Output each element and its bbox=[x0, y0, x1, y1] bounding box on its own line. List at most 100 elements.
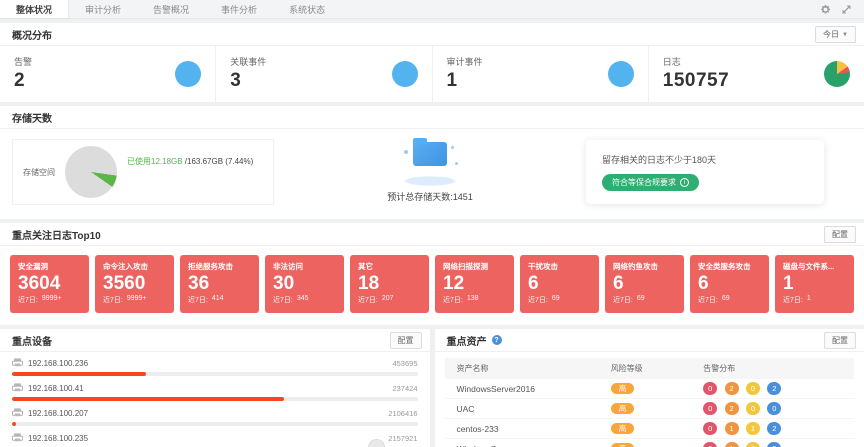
stat-card[interactable]: 审计事件 1 bbox=[432, 46, 648, 102]
help-icon[interactable]: ? bbox=[492, 335, 502, 345]
devices-config-button[interactable]: 配置 bbox=[390, 332, 422, 349]
log-card-value: 3560 bbox=[103, 272, 166, 295]
alert-badge-medium: 0 bbox=[746, 442, 760, 447]
alert-badge-low: 2 bbox=[767, 382, 781, 395]
assets-panel: 重点资产 ? 配置 资产名称 风险等级 告警分布 WindowsServer20… bbox=[435, 329, 864, 447]
log-card[interactable]: 安全类服务攻击 6 近7日: 69 bbox=[690, 255, 769, 313]
compliance-button-label: 符合等保合规要求 bbox=[612, 177, 676, 188]
log-card-value: 18 bbox=[358, 272, 421, 295]
recent7-value: 207 bbox=[382, 295, 394, 305]
log-card-title: 磁盘与文件系... bbox=[783, 261, 846, 272]
device-bar-track bbox=[12, 372, 418, 376]
log-card-title: 非法访问 bbox=[273, 261, 336, 272]
stat-icon bbox=[392, 61, 418, 87]
log-card[interactable]: 非法访问 30 近7日: 345 bbox=[265, 255, 344, 313]
header-actions bbox=[820, 0, 864, 18]
stat-icon bbox=[824, 61, 850, 87]
column-header: 风险等级 bbox=[611, 363, 704, 374]
config-button-label: 配置 bbox=[398, 335, 414, 346]
storage-usage-text: 已使用12.18GB /163.67GB (7.44%) bbox=[127, 156, 253, 167]
device-icon bbox=[12, 383, 23, 394]
assets-header: 重点资产 ? 配置 bbox=[435, 329, 864, 352]
device-ip[interactable]: 192.168.100.41 bbox=[28, 384, 84, 393]
alert-badge-critical: 0 bbox=[703, 442, 717, 447]
table-row[interactable]: WindowsServer2016 高 0 2 0 2 bbox=[445, 379, 855, 399]
list-item[interactable]: 192.168.100.207 2106416 bbox=[12, 408, 418, 426]
assets-table-header: 资产名称 风险等级 告警分布 bbox=[445, 358, 855, 379]
tab[interactable]: 系统状态 bbox=[273, 0, 341, 18]
fullscreen-icon[interactable] bbox=[841, 4, 852, 15]
table-row[interactable]: centos-233 高 0 1 1 2 bbox=[445, 419, 855, 439]
assets-config-button[interactable]: 配置 bbox=[824, 332, 856, 349]
overview-header: 概况分布 今日 ▼ bbox=[0, 23, 864, 46]
stat-value: 1 bbox=[447, 70, 483, 92]
table-row[interactable]: Windows7 高 0 1 0 2 bbox=[445, 439, 855, 447]
tab[interactable]: 事件分析 bbox=[205, 0, 273, 18]
top-logs-header: 重点关注日志Top10 配置 bbox=[0, 223, 864, 246]
alert-badge-critical: 0 bbox=[703, 422, 717, 435]
log-card-title: 网络扫描探测 bbox=[443, 261, 506, 272]
section-title: 存储天数 bbox=[12, 110, 52, 125]
device-count: 2157921 bbox=[388, 434, 417, 443]
compliance-note: 留存相关的日志不少于180天 bbox=[602, 153, 808, 166]
device-ip[interactable]: 192.168.100.236 bbox=[28, 359, 88, 368]
log-card[interactable]: 网络钓鱼攻击 6 近7日: 69 bbox=[605, 255, 684, 313]
storage-panel: 存储天数 存储空间 已使用12.18GB /163.67GB (7.44%) 预… bbox=[0, 106, 864, 219]
risk-badge: 高 bbox=[611, 383, 635, 394]
risk-badge: 高 bbox=[611, 423, 635, 434]
list-item[interactable]: 192.168.100.235 2157921 bbox=[12, 433, 418, 447]
compliance-button[interactable]: 符合等保合规要求 i bbox=[602, 174, 699, 191]
date-filter-dropdown[interactable]: 今日 ▼ bbox=[815, 26, 856, 43]
tab-label: 整体状况 bbox=[16, 3, 52, 16]
recent7-label: 近7日: bbox=[783, 295, 803, 305]
recent7-value: 69 bbox=[637, 295, 645, 305]
recent7-value: 1 bbox=[807, 295, 811, 305]
device-icon bbox=[12, 358, 23, 369]
log-card-value: 36 bbox=[188, 272, 251, 295]
tab[interactable]: 告警概况 bbox=[137, 0, 205, 18]
device-ip[interactable]: 192.168.100.235 bbox=[28, 434, 88, 443]
recent7-label: 近7日: bbox=[613, 295, 633, 305]
recent7-label: 近7日: bbox=[358, 295, 378, 305]
storage-days-block: 预计总存储天数:1451 bbox=[274, 142, 586, 203]
gear-icon[interactable] bbox=[820, 4, 831, 15]
recent7-label: 近7日: bbox=[188, 295, 208, 305]
log-card[interactable]: 安全漏洞 3604 近7日: 9999+ bbox=[10, 255, 89, 313]
devices-header: 重点设备 配置 bbox=[0, 329, 430, 352]
device-ip[interactable]: 192.168.100.207 bbox=[28, 409, 88, 418]
stat-card[interactable]: 日志 150757 bbox=[648, 46, 864, 102]
stat-icon bbox=[175, 61, 201, 87]
log-card[interactable]: 其它 18 近7日: 207 bbox=[350, 255, 429, 313]
stat-value: 150757 bbox=[663, 70, 729, 92]
stat-card[interactable]: 关联事件 3 bbox=[215, 46, 431, 102]
stat-label: 审计事件 bbox=[447, 55, 483, 68]
log-card[interactable]: 命令注入攻击 3560 近7日: 9999+ bbox=[95, 255, 174, 313]
log-card-title: 安全类服务攻击 bbox=[698, 261, 761, 272]
list-item[interactable]: 192.168.100.41 237424 bbox=[12, 383, 418, 401]
stat-card[interactable]: 告警 2 bbox=[0, 46, 215, 102]
recent7-value: 414 bbox=[212, 295, 224, 305]
section-title: 重点关注日志Top10 bbox=[12, 227, 101, 242]
device-count: 2106416 bbox=[388, 409, 417, 418]
asset-name: centos-233 bbox=[457, 424, 611, 434]
tab[interactable]: 整体状况 bbox=[0, 0, 69, 18]
log-card[interactable]: 网络扫描探测 12 近7日: 138 bbox=[435, 255, 514, 313]
log-card[interactable]: 磁盘与文件系... 1 近7日: 1 bbox=[775, 255, 854, 313]
risk-badge: 高 bbox=[611, 403, 635, 414]
table-row[interactable]: UAC 高 0 2 0 0 bbox=[445, 399, 855, 419]
config-button-label: 配置 bbox=[832, 335, 848, 346]
info-icon: i bbox=[680, 178, 689, 187]
storage-total-value: /163.67GB (7.44%) bbox=[183, 157, 254, 166]
stat-label: 告警 bbox=[14, 55, 32, 68]
alert-badge-high: 1 bbox=[725, 442, 739, 447]
device-bar-fill bbox=[12, 397, 284, 401]
assets-table-body: WindowsServer2016 高 0 2 0 2 UAC 高 bbox=[435, 379, 864, 447]
top-logs-config-button[interactable]: 配置 bbox=[824, 226, 856, 243]
log-card-title: 其它 bbox=[358, 261, 421, 272]
list-item[interactable]: 192.168.100.236 453695 bbox=[12, 358, 418, 376]
recent7-value: 69 bbox=[722, 295, 730, 305]
log-card[interactable]: 拒绝服务攻击 36 近7日: 414 bbox=[180, 255, 259, 313]
chevron-down-icon: ▼ bbox=[842, 32, 848, 38]
tab[interactable]: 审计分析 bbox=[69, 0, 137, 18]
log-card[interactable]: 干扰攻击 6 近7日: 69 bbox=[520, 255, 599, 313]
